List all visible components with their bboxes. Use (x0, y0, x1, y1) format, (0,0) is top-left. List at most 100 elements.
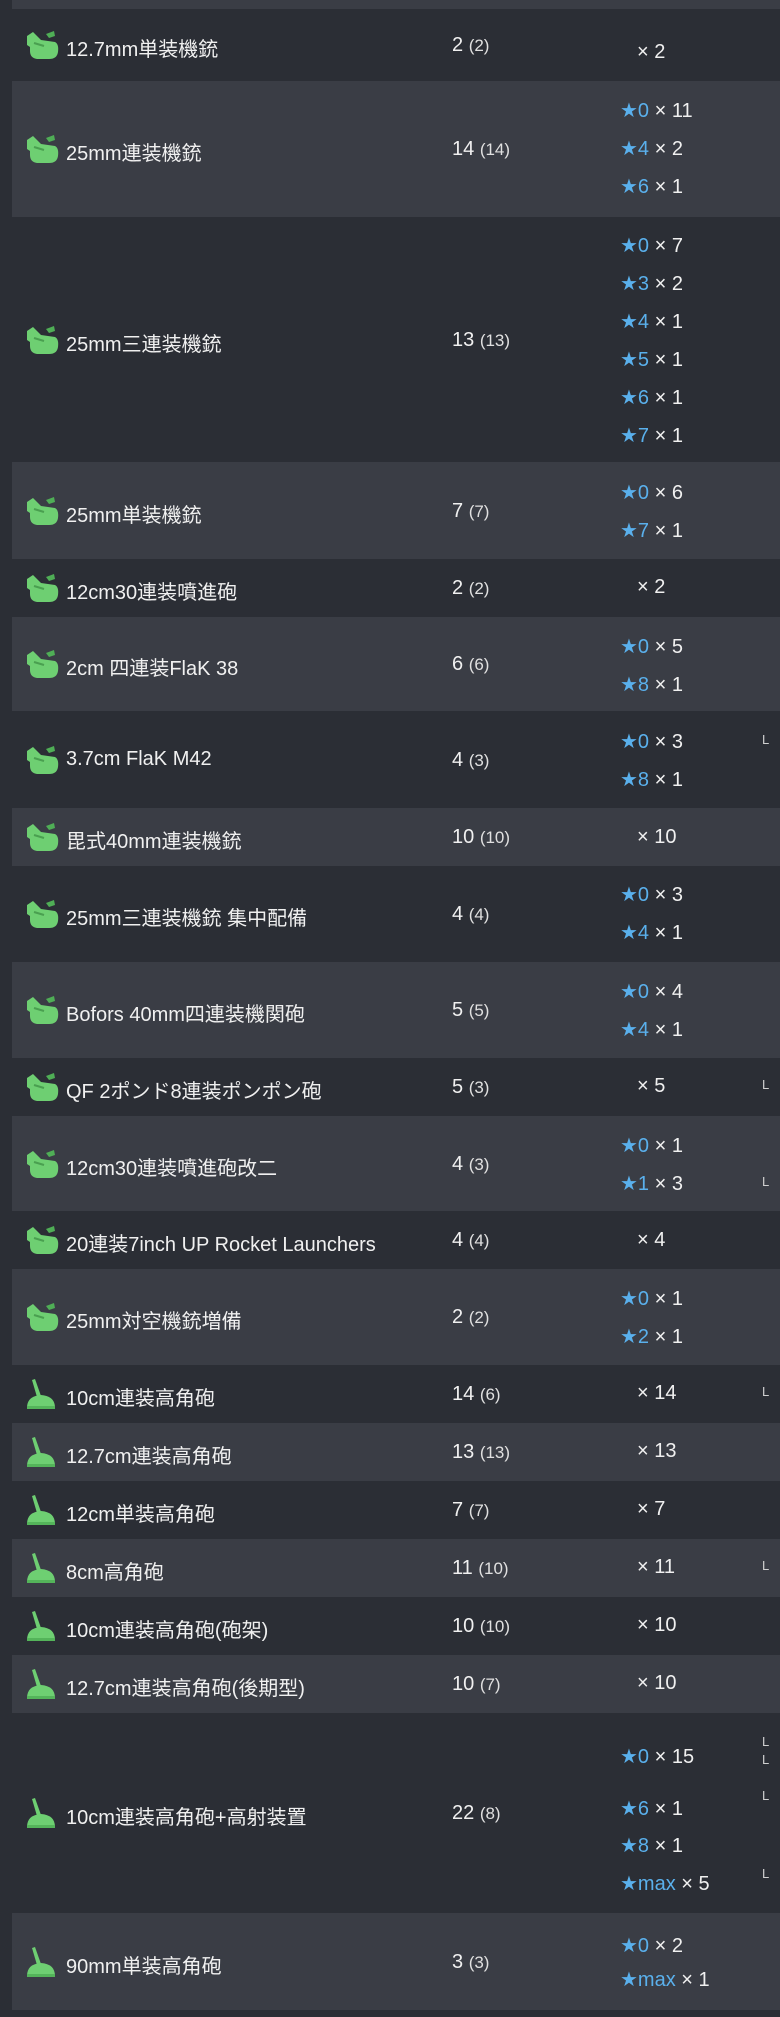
equipment-row[interactable]: 8cm高角砲 11 (10) × 11 L (12, 1539, 780, 1597)
machine-gun-icon (24, 571, 60, 605)
equipment-count: 3 (3) (452, 1951, 489, 1974)
equipment-name: 25mm連装機銃 (66, 143, 202, 165)
total-count: 4 (452, 748, 464, 771)
equipment-row[interactable]: 12cm30連装噴進砲改二 4 (3) ★0 × 1 ★1 × 3L (12, 1116, 780, 1211)
improvement-level-line: × 2 (637, 576, 665, 599)
improvement-level-line: ★4 × 1 (620, 1017, 683, 1042)
improvement-level-line: ★7 × 1 (620, 423, 683, 448)
unlocked-count: (10) (479, 828, 511, 847)
improvement-level-line: ★8 × 1 (620, 767, 683, 792)
improvement-level-line: ★5 × 1 (620, 347, 683, 372)
improvement-level-line: ★7 × 1 (620, 518, 683, 543)
machine-gun-icon (24, 1070, 60, 1104)
improvement-level-line: × 4 (637, 1229, 665, 1252)
star-level: ★4 (620, 138, 650, 160)
level-multiplier: × 1 (681, 1969, 710, 1991)
equipment-name: 12cm30連装噴進砲 (66, 582, 238, 604)
level-multiplier: × 1 (654, 1326, 683, 1348)
cut-off-column-marker: L (762, 1174, 770, 1189)
unlocked-count: (3) (468, 750, 490, 770)
improvement-level-line: ★4 × 1 (620, 309, 683, 334)
improvement-level-line: ★8 × 1 (620, 672, 683, 697)
level-multiplier: × 7 (637, 1498, 666, 1520)
machine-gun-icon (24, 647, 60, 681)
star-level: ★1 (620, 1173, 650, 1195)
level-multiplier: × 2 (654, 138, 683, 160)
equipment-row[interactable]: 25mm連装機銃 14 (14) ★0 × 11 ★4 × 2 ★6 × 1 (12, 81, 780, 217)
equipment-row[interactable]: 25mm対空機銃増備 2 (2) ★0 × 1 ★2 × 1 (12, 1269, 780, 1365)
equipment-count: 5 (5) (452, 999, 489, 1022)
equipment-row[interactable]: QF 2ポンド8連装ポンポン砲 5 (3) × 5 L (12, 1058, 780, 1116)
equipment-row[interactable]: Bofors 40mm四連装機関砲 5 (5) ★0 × 4 ★4 × 1 (12, 962, 780, 1058)
equipment-name: 10cm連装高角砲+高射装置 (66, 1807, 307, 1829)
improvement-level-line: ★8 × 1 (620, 1833, 683, 1858)
equipment-row[interactable]: 20連装7inch UP Rocket Launchers 4 (4) × 4 (12, 1211, 780, 1269)
total-count: 5 (452, 999, 464, 1021)
machine-gun-icon (24, 1223, 60, 1257)
equipment-row[interactable]: 25mm三連装機銃 13 (13) ★0 × 7 ★3 × 2 ★4 × 1 ★5 × 1… (12, 217, 780, 462)
level-multiplier: × 5 (681, 1873, 710, 1895)
equipment-row[interactable]: 毘式40mm連装機銃 10 (10) × 10 (12, 808, 780, 866)
improvement-level-line: ★0 × 11 (620, 98, 693, 123)
level-multiplier: × 1 (654, 769, 683, 791)
star-level: ★max (620, 1873, 676, 1895)
equipment-row[interactable]: 12cm単装高角砲 7 (7) × 7 (12, 1481, 780, 1539)
equipment-row[interactable]: 10cm連装高角砲 14 (6) × 14 L (12, 1365, 780, 1423)
improvement-level-line: ★3 × 2 (620, 271, 683, 296)
total-count: 14 (452, 1383, 475, 1405)
star-level: ★2 (620, 1326, 650, 1348)
star-level: ★0 (620, 981, 650, 1003)
improvement-level-line: ★4 × 2 (620, 136, 683, 161)
level-multiplier: × 6 (654, 482, 683, 504)
equipment-count: 13 (13) (452, 329, 510, 352)
equipment-count: 14 (14) (452, 138, 510, 161)
improvement-level-line: × 7 (637, 1498, 665, 1521)
machine-gun-icon (24, 897, 60, 931)
improvement-level-line: ★0 × 6 (620, 480, 683, 505)
equipment-row[interactable]: 12.7mm単装機銃 2 (2) × 2 (12, 9, 780, 81)
equipment-count: 22 (8) (452, 1802, 501, 1825)
unlocked-count: (6) (479, 1385, 501, 1404)
level-multiplier: × 14 (637, 1382, 677, 1404)
level-multiplier: × 1 (654, 349, 683, 371)
level-multiplier: × 1 (654, 176, 683, 198)
star-level: ★0 (620, 1746, 650, 1768)
equipment-row[interactable]: 3.7cm FlaK M42 4 (3) ★0 × 3 ★8 × 1L (12, 711, 780, 808)
equipment-row[interactable]: 25mm単装機銃 7 (7) ★0 × 6 ★7 × 1 (12, 462, 780, 559)
level-multiplier: × 10 (637, 826, 677, 848)
equipment-name: 12.7cm連装高角砲(後期型) (66, 1678, 305, 1700)
equipment-list-page: { "equipment": [ {"name": "12.7mm単装機銃", … (0, 0, 780, 2017)
equipment-name: 3.7cm FlaK M42 (66, 747, 212, 770)
equipment-count: 10 (10) (452, 826, 510, 849)
equipment-name: 25mm三連装機銃 集中配備 (66, 908, 308, 930)
equipment-row[interactable]: 12cm30連装噴進砲 2 (2) × 2 (12, 559, 780, 617)
equipment-row[interactable]: 10cm連装高角砲(砲架) 10 (10) × 10 (12, 1597, 780, 1655)
total-count: 2 (452, 577, 464, 599)
star-level: ★3 (620, 273, 650, 295)
high-angle-gun-icon (24, 1796, 60, 1830)
equipment-row[interactable]: 90mm単装高角砲 3 (3) ★0 × 2 ★max × 1 (12, 1913, 780, 2010)
equipment-row[interactable]: 25mm三連装機銃 集中配備 4 (4) ★0 × 3 ★4 × 1 (12, 866, 780, 962)
level-multiplier: × 10 (637, 1672, 677, 1694)
equipment-count: 10 (7) (452, 1673, 501, 1696)
equipment-name: 12cm30連装噴進砲改二 (66, 1157, 278, 1180)
equipment-name: 12.7cm連装高角砲 (66, 1446, 232, 1468)
unlocked-count: (3) (468, 1952, 490, 1972)
equipment-count: 2 (2) (452, 577, 489, 600)
star-level: ★0 (620, 731, 650, 753)
star-level: ★6 (620, 176, 650, 198)
improvement-level-line: ★0 × 3 (620, 882, 683, 907)
star-level: ★0 (620, 1135, 650, 1157)
star-level: ★4 (620, 1019, 650, 1041)
improvement-level-line: ★6 × 1 (620, 174, 683, 199)
equipment-row[interactable]: 10cm連装高角砲+高射装置 22 (8) ★0 × 15 ★6 × 1 ★8 × 1 ★… (12, 1713, 780, 1913)
improvement-level-line: × 10 (637, 826, 676, 849)
equipment-row[interactable]: 12.7cm連装高角砲 13 (13) × 13 (12, 1423, 780, 1481)
level-multiplier: × 1 (654, 1835, 683, 1857)
equipment-row[interactable]: 12.7cm連装高角砲(後期型) 10 (7) × 10 (12, 1655, 780, 1713)
equipment-row[interactable]: 2cm 四連装FlaK 38 6 (6) ★0 × 5 ★8 × 1 (12, 617, 780, 711)
equipment-name: 20連装7inch UP Rocket Launchers (66, 1234, 376, 1256)
improvement-level-line: ★0 × 2 (620, 1933, 683, 1958)
cut-off-column-marker: L (762, 1866, 770, 1881)
level-multiplier: × 7 (654, 235, 683, 257)
